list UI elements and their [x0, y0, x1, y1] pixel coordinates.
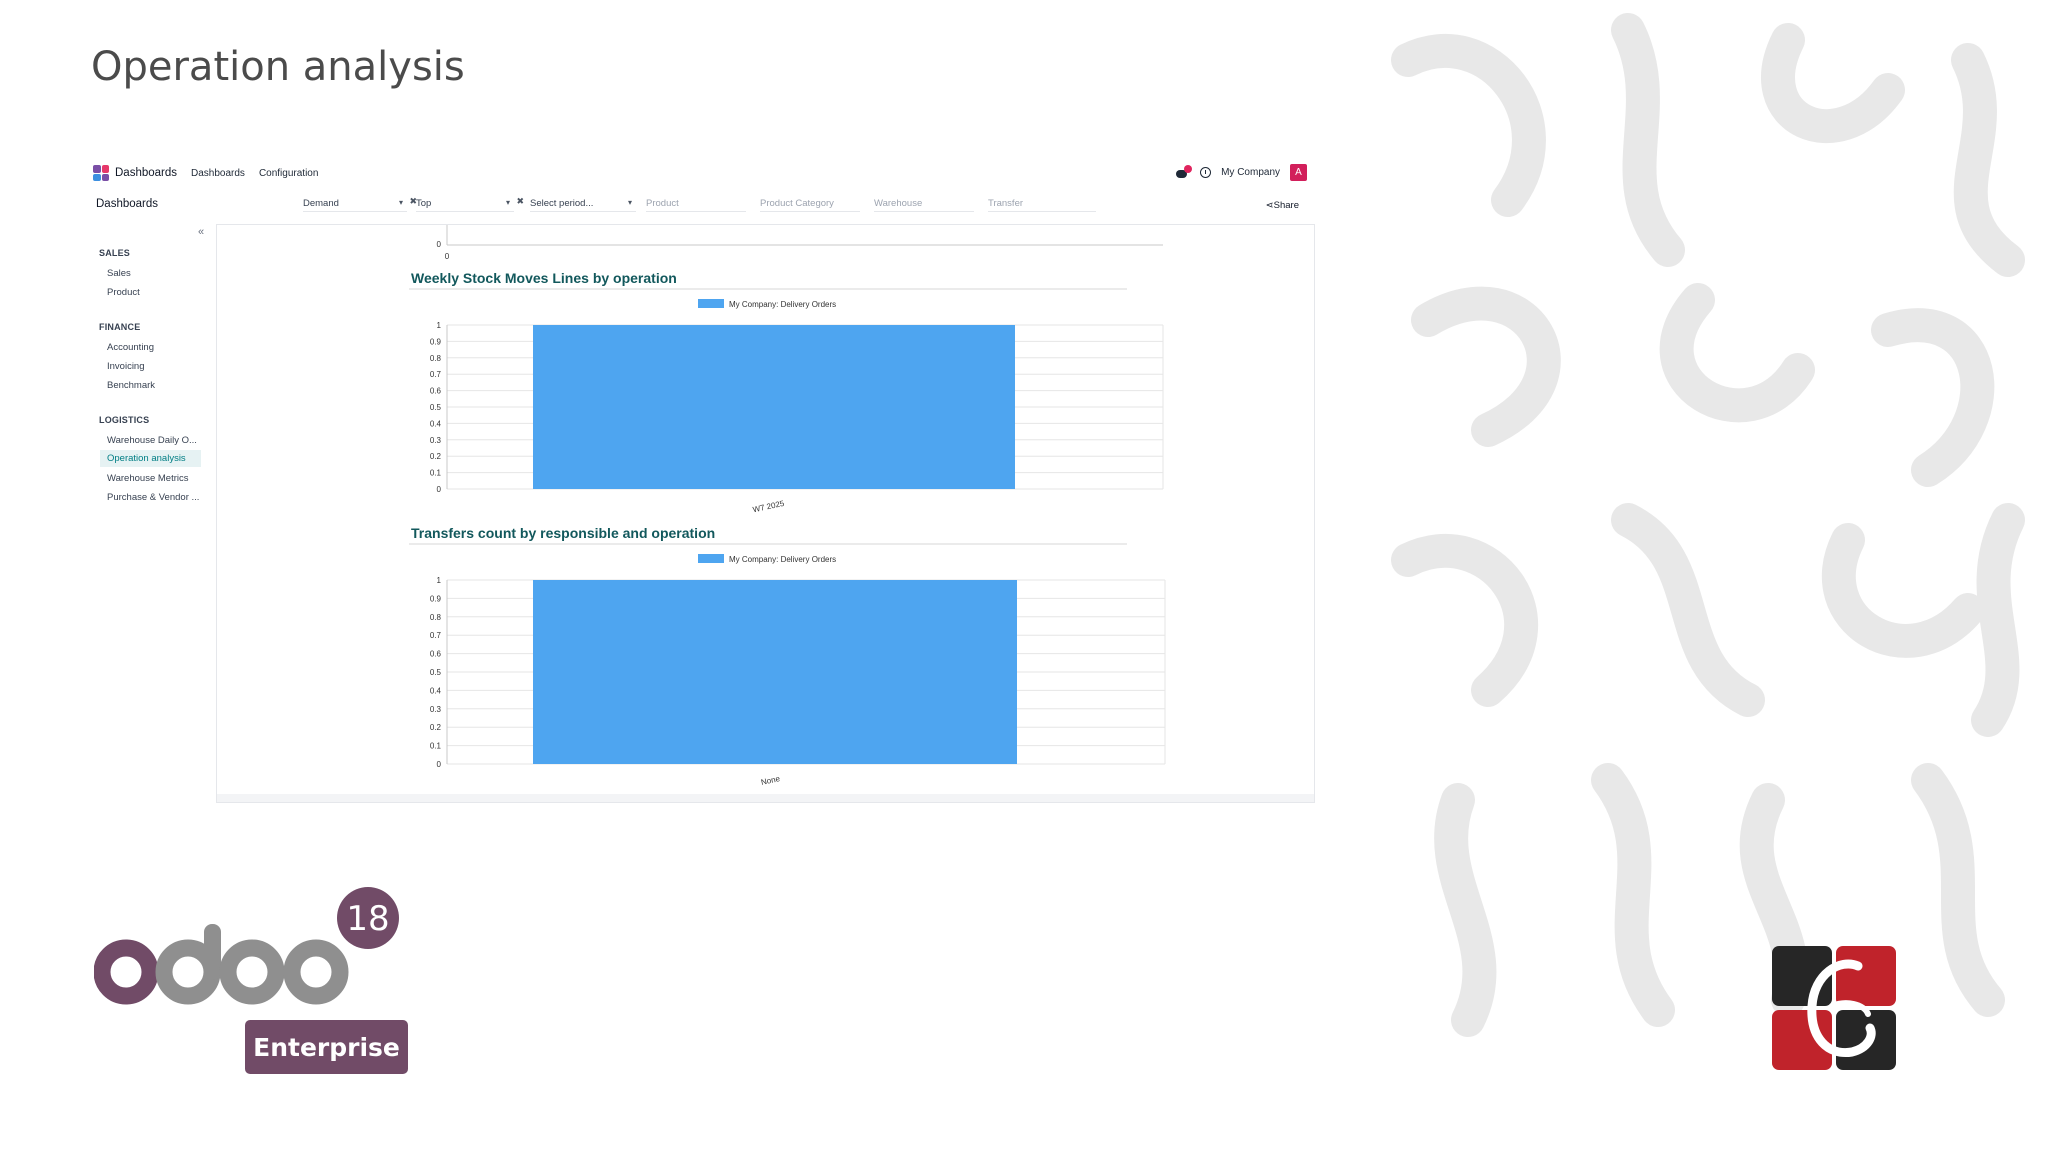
- activity-clock-icon[interactable]: [1200, 167, 1212, 178]
- share-icon: ⋖: [1265, 200, 1274, 211]
- filter-transfer[interactable]: Transfer: [988, 198, 1096, 212]
- sidebar-item-benchmark[interactable]: Benchmark: [107, 377, 211, 394]
- filter-demand[interactable]: Demand ▾ ✖: [303, 196, 417, 212]
- chart-1-y-tick-label-2: 0.2: [430, 452, 442, 461]
- chart-1-y-tick-label-0: 0: [437, 485, 442, 494]
- dashboard-sidebar: « SALES Sales Product FINANCE Accounting…: [90, 224, 216, 803]
- chart-1-y-tick-label-4: 0.4: [430, 419, 442, 428]
- section-sales: SALES: [99, 248, 131, 258]
- chart-2-bar-0: [533, 580, 1017, 764]
- clear-icon[interactable]: ✖: [516, 196, 524, 207]
- chart-1-bar-0: [533, 325, 1015, 489]
- dashboard-content: 0 0 Weekly Stock Moves Lines by operation M…: [216, 224, 1315, 803]
- enterprise-badge: Enterprise: [245, 1020, 408, 1074]
- control-bar: Dashboards Demand ▾ ✖ Top ▾ ✖ Select per…: [90, 194, 1315, 224]
- chart-2-title: Transfers count by responsible and opera…: [411, 525, 715, 541]
- chart-1-x-tick-label: W7 2025: [752, 499, 786, 515]
- chart-1-title: Weekly Stock Moves Lines by operation: [411, 270, 677, 286]
- chart-2-y-tick-label-9: 0.9: [430, 594, 442, 603]
- chart-2-y-tick-label-8: 0.8: [430, 613, 442, 622]
- sidebar-item-invoicing[interactable]: Invoicing: [107, 358, 211, 375]
- chart-2-y-tick-label-2: 0.2: [430, 723, 442, 732]
- partner-brand-logo: [1772, 946, 1896, 1070]
- top-navbar: Dashboards Dashboards Configuration My C…: [90, 158, 1315, 188]
- filter-period[interactable]: Select period... ▾: [530, 198, 636, 212]
- filter-demand-value: Demand: [303, 198, 339, 209]
- filter-top[interactable]: Top ▾ ✖: [416, 196, 524, 212]
- partial-chart-y-tick-label: 0: [437, 240, 442, 249]
- filter-period-value: Select period...: [530, 198, 594, 209]
- partial-chart-x-tick-label: 0: [445, 252, 450, 261]
- chart-2-legend-label: My Company: Delivery Orders: [729, 555, 836, 564]
- nav-menu-configuration[interactable]: Configuration: [259, 168, 318, 179]
- chart-2-legend-swatch: [698, 554, 724, 563]
- chart-2-y-tick-label-3: 0.3: [430, 705, 442, 714]
- sidebar-item-warehouse-metrics[interactable]: Warehouse Metrics: [107, 470, 211, 487]
- filter-product-category[interactable]: Product Category: [760, 198, 860, 212]
- filter-product[interactable]: Product: [646, 198, 746, 212]
- chart-2-y-tick-label-4: 0.4: [430, 686, 442, 695]
- chart-1-y-tick-label-7: 0.7: [430, 370, 442, 379]
- chart-2-x-tick-label: None: [760, 774, 781, 787]
- user-avatar[interactable]: A: [1290, 164, 1307, 181]
- charts-canvas: 00Weekly Stock Moves Lines by operationM…: [409, 225, 1166, 787]
- filter-top-value: Top: [416, 198, 432, 209]
- sidebar-item-accounting[interactable]: Accounting: [107, 339, 211, 356]
- share-button[interactable]: ⋖Share: [1266, 200, 1299, 211]
- chart-1-y-tick-label-6: 0.6: [430, 387, 442, 396]
- odoo-letter-d-stem: [204, 924, 221, 980]
- company-switcher[interactable]: My Company: [1221, 167, 1280, 178]
- chevron-down-icon: ▾: [505, 198, 510, 207]
- slide-title: Operation analysis: [91, 44, 465, 90]
- chart-1-y-tick-label-3: 0.3: [430, 436, 442, 445]
- chart-1-y-tick-label-1: 0.1: [430, 469, 442, 478]
- sidebar-item-sales[interactable]: Sales: [107, 265, 211, 282]
- chart-2-y-tick-label-6: 0.6: [430, 650, 442, 659]
- sidebar-item-product[interactable]: Product: [107, 284, 211, 301]
- version-badge-text: 18: [346, 899, 389, 939]
- odoo-letter-o2: [219, 939, 285, 1005]
- nav-app-name[interactable]: Dashboards: [115, 167, 177, 179]
- decorative-swirl-background: [1368, 0, 2048, 1152]
- share-label: Share: [1273, 200, 1299, 211]
- nav-menu-dashboards[interactable]: Dashboards: [191, 168, 245, 179]
- dashboards-app-icon[interactable]: [93, 165, 109, 181]
- breadcrumb[interactable]: Dashboards: [96, 198, 158, 210]
- chart-2-y-tick-label-1: 0.1: [430, 742, 442, 751]
- chevron-down-icon: ▾: [627, 198, 632, 207]
- chat-badge: [1184, 164, 1193, 173]
- chart-2-y-tick-label-10: 1: [437, 576, 442, 585]
- chart-1-y-tick-label-9: 0.9: [430, 337, 442, 346]
- sidebar-item-operation-analysis[interactable]: Operation analysis: [100, 450, 201, 467]
- chart-1-y-tick-label-10: 1: [437, 321, 442, 330]
- filter-warehouse-placeholder: Warehouse: [874, 198, 923, 209]
- chart-1-legend-swatch: [698, 299, 724, 308]
- chart-2-y-tick-label-5: 0.5: [430, 668, 442, 677]
- collapse-sidebar-icon[interactable]: «: [198, 226, 204, 238]
- filter-product-placeholder: Product: [646, 198, 679, 209]
- sidebar-item-warehouse-daily[interactable]: Warehouse Daily O...: [107, 432, 211, 449]
- sidebar-item-purchase-vendor[interactable]: Purchase & Vendor ...: [107, 489, 211, 506]
- filter-warehouse[interactable]: Warehouse: [874, 198, 974, 212]
- chart-1-y-tick-label-8: 0.8: [430, 354, 442, 363]
- filter-transfer-placeholder: Transfer: [988, 198, 1024, 209]
- section-logistics: LOGISTICS: [99, 415, 150, 425]
- chart-2-y-tick-label-0: 0: [437, 760, 442, 769]
- odoo-app-screenshot: Dashboards Dashboards Configuration My C…: [90, 158, 1315, 803]
- filter-product-category-placeholder: Product Category: [760, 198, 834, 209]
- chat-icon[interactable]: [1176, 164, 1193, 179]
- chevron-down-icon: ▾: [398, 198, 403, 207]
- chart-2-y-tick-label-7: 0.7: [430, 631, 442, 640]
- chart-1-legend-label: My Company: Delivery Orders: [729, 300, 836, 309]
- section-finance: FINANCE: [99, 322, 141, 332]
- odoo-letter-o: [94, 939, 159, 1005]
- odoo-letter-o3: [283, 939, 349, 1005]
- chart-1-y-tick-label-5: 0.5: [430, 403, 442, 412]
